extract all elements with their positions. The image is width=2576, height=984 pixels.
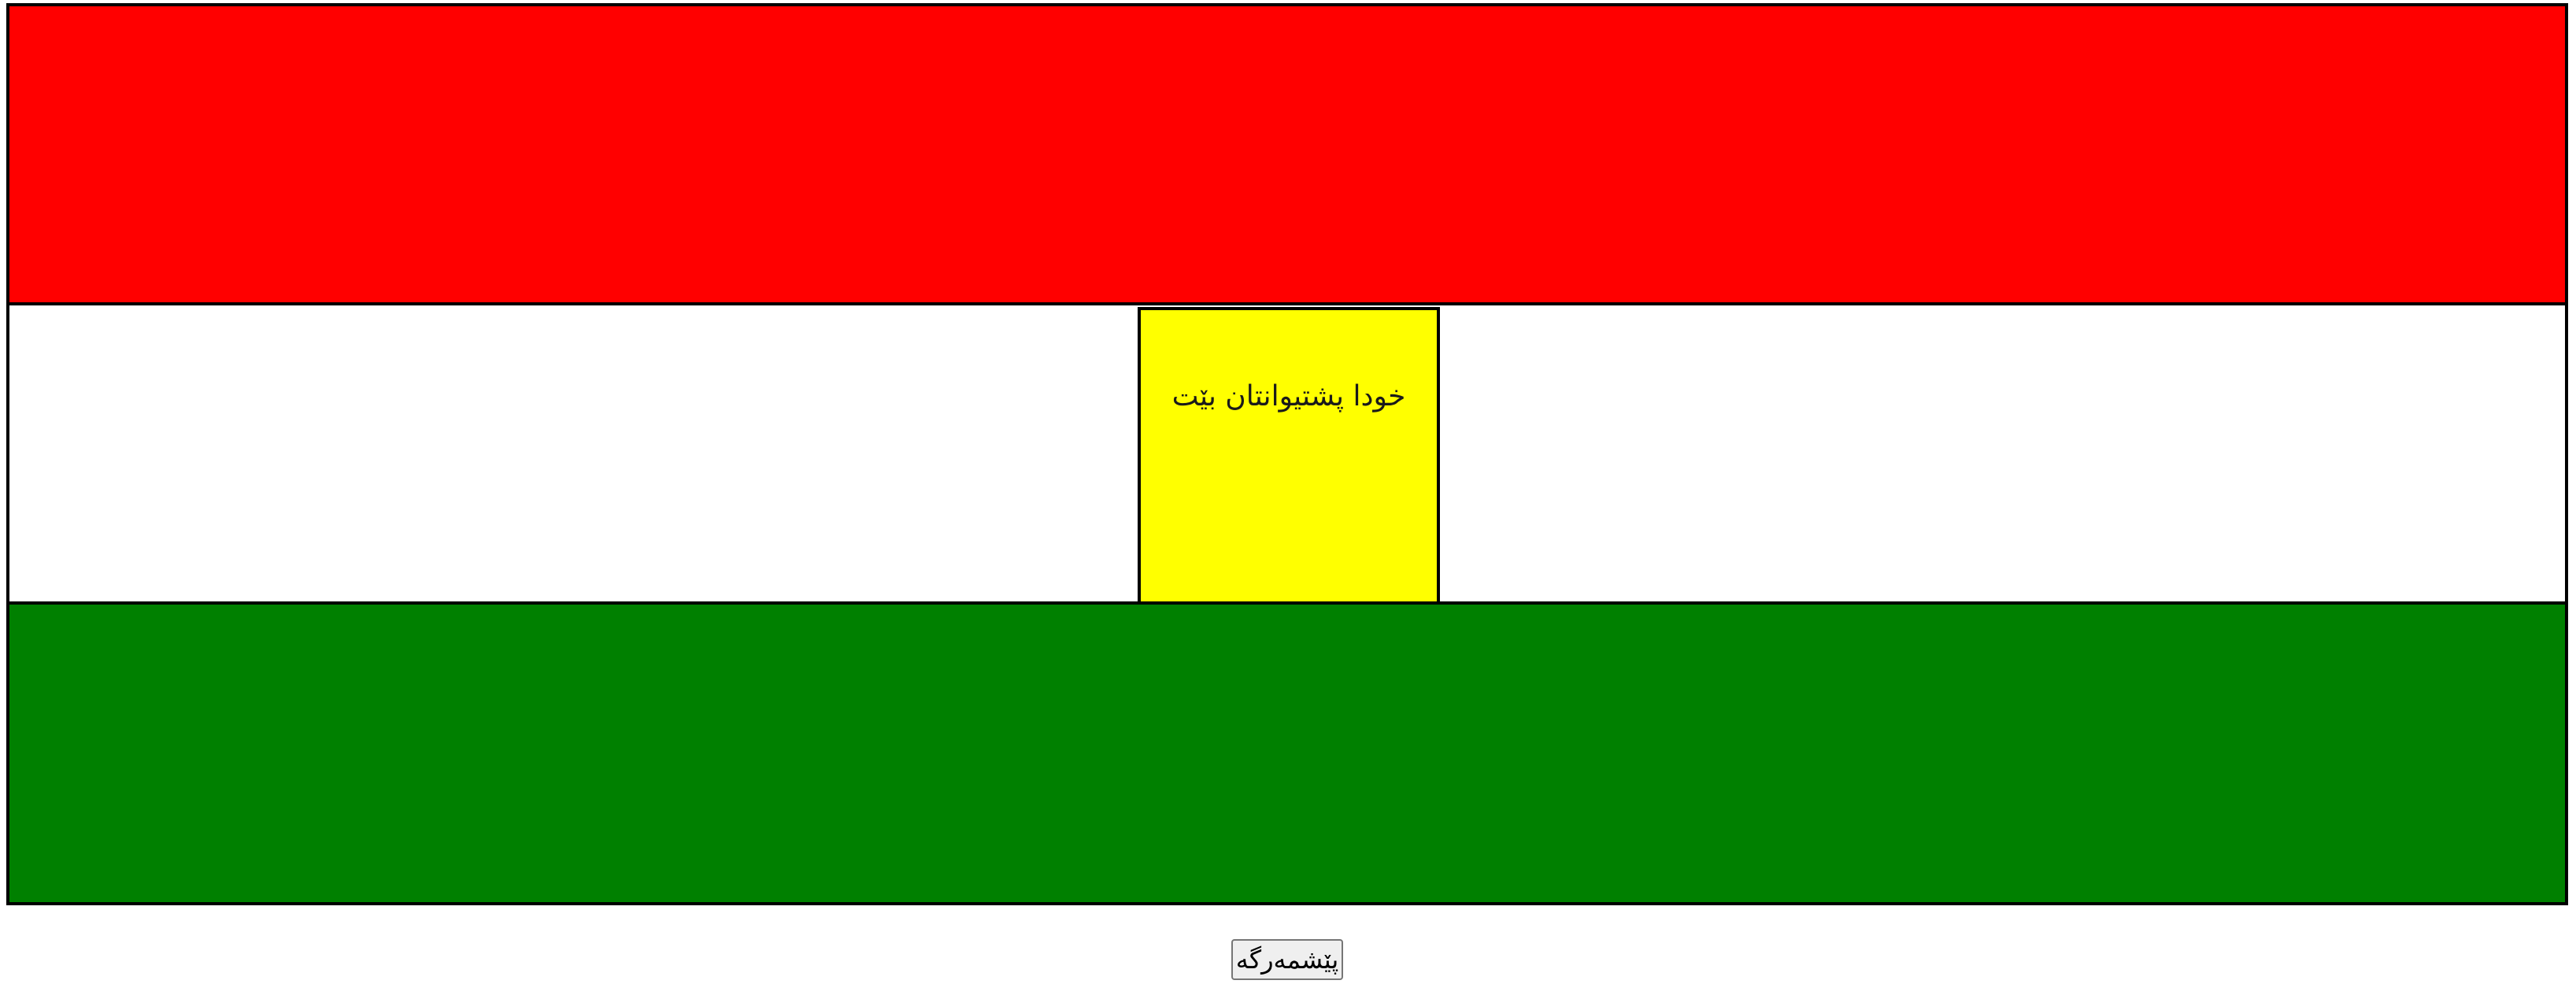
flag: خودا پشتیوانتان بێت: [6, 3, 2568, 905]
flag-center-panel: خودا پشتیوانتان بێت: [1138, 307, 1440, 605]
peshmerga-button[interactable]: پێشمەرگە: [1231, 939, 1343, 980]
flag-center-text: خودا پشتیوانتان بێت: [1171, 380, 1406, 412]
flag-green-stripe: [6, 601, 2568, 905]
flag-red-stripe: [6, 3, 2568, 305]
